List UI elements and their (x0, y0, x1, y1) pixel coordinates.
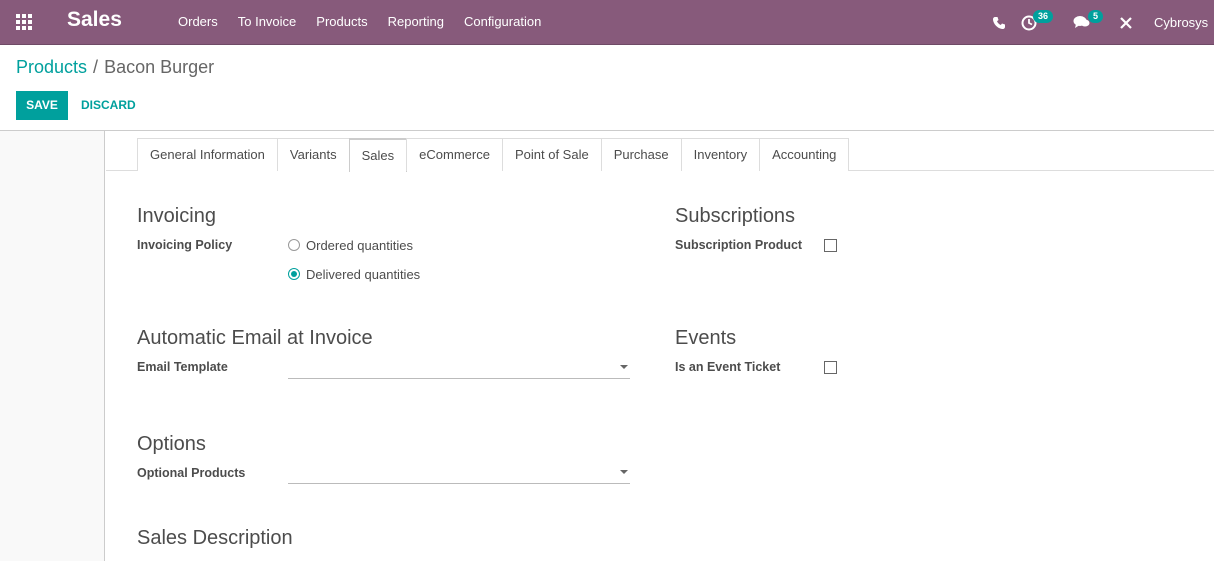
activity-clock-icon[interactable] (1021, 0, 1037, 45)
breadcrumb-current: Bacon Burger (104, 57, 215, 77)
message-count-badge: 5 (1088, 10, 1104, 23)
user-menu[interactable]: Cybrosys (1154, 0, 1208, 45)
delivered-quantities-label[interactable]: Delivered quantities (306, 267, 420, 282)
event-ticket-checkbox[interactable] (824, 361, 837, 374)
menu-configuration[interactable]: Configuration (454, 0, 551, 45)
options-section-title: Options (137, 433, 206, 455)
tab-purchase[interactable]: Purchase (600, 138, 682, 171)
events-section-title: Events (675, 327, 737, 349)
activity-count-badge: 36 (1033, 10, 1054, 23)
invoicing-section-title: Invoicing (137, 205, 216, 227)
breadcrumb: Products / Bacon Burger (16, 57, 214, 78)
email-template-select[interactable] (288, 357, 630, 379)
phone-icon[interactable] (992, 0, 1006, 45)
delivered-quantities-radio[interactable] (288, 268, 300, 280)
tab-general-information[interactable]: General Information (137, 138, 278, 171)
chevron-down-icon (620, 470, 628, 474)
subscription-product-label: Subscription Product (675, 238, 803, 252)
breadcrumb-separator: / (93, 57, 99, 77)
tab-point-of-sale[interactable]: Point of Sale (501, 138, 602, 171)
ordered-quantities-radio[interactable] (288, 239, 300, 251)
form-background-left (0, 131, 105, 561)
form-tabs: General Information Variants Sales eComm… (137, 138, 850, 172)
top-navbar: Sales Orders To Invoice Products Reporti… (0, 0, 1214, 45)
sales-description-section-title: Sales Description (137, 527, 293, 549)
tab-inventory[interactable]: Inventory (680, 138, 761, 171)
email-template-label: Email Template (137, 360, 228, 374)
menu-to-invoice[interactable]: To Invoice (228, 0, 307, 45)
event-ticket-label: Is an Event Ticket (675, 360, 781, 374)
apps-menu-icon[interactable] (16, 14, 34, 30)
menu-orders[interactable]: Orders (168, 0, 228, 45)
save-button[interactable]: SAVE (16, 91, 68, 120)
optional-products-label: Optional Products (137, 466, 246, 480)
breadcrumb-parent[interactable]: Products (16, 57, 87, 77)
main-menu: Orders To Invoice Products Reporting Con… (168, 0, 551, 45)
subscriptions-section-title: Subscriptions (675, 205, 796, 227)
debug-tools-icon[interactable] (1119, 0, 1133, 45)
subscription-product-checkbox[interactable] (824, 239, 837, 252)
tab-accounting[interactable]: Accounting (759, 138, 850, 171)
menu-reporting[interactable]: Reporting (378, 0, 454, 45)
chevron-down-icon (620, 365, 628, 369)
invoicing-policy-label: Invoicing Policy (137, 238, 233, 252)
discard-button[interactable]: DISCARD (81, 91, 136, 120)
tab-sales[interactable]: Sales (348, 138, 408, 172)
app-name[interactable]: Sales (67, 8, 122, 32)
auto-email-section-title: Automatic Email at Invoice (137, 327, 373, 349)
tab-ecommerce[interactable]: eCommerce (406, 138, 503, 171)
tab-variants[interactable]: Variants (276, 138, 350, 171)
messages-icon[interactable] (1073, 0, 1090, 45)
systray: 36 5 Cybrosys (984, 0, 1214, 45)
control-panel-divider (0, 130, 1214, 131)
optional-products-select[interactable] (288, 462, 630, 484)
menu-products[interactable]: Products (306, 0, 377, 45)
ordered-quantities-label[interactable]: Ordered quantities (306, 238, 413, 253)
